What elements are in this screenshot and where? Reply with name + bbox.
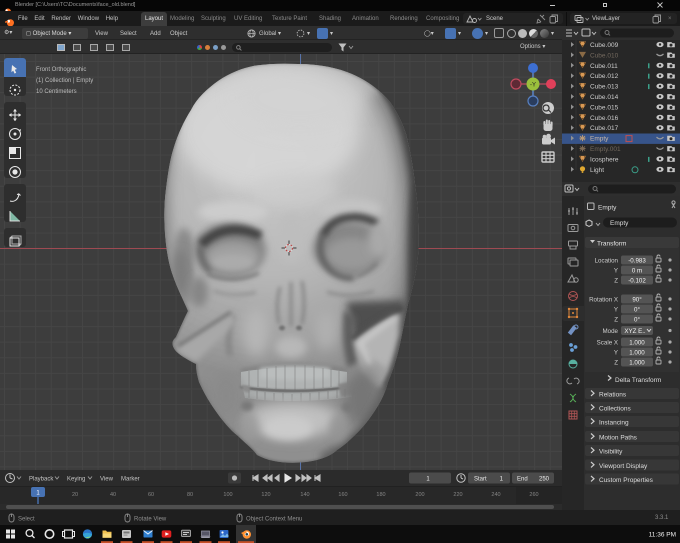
svg-text:Cube.012: Cube.012 bbox=[590, 73, 619, 80]
svg-text:Transform: Transform bbox=[597, 241, 626, 248]
svg-text:Icosphere: Icosphere bbox=[590, 156, 619, 163]
svg-text:Location: Location bbox=[595, 258, 619, 265]
svg-text:240: 240 bbox=[491, 492, 500, 498]
svg-text:Scale X: Scale X bbox=[597, 340, 618, 347]
svg-text:-0.983: -0.983 bbox=[628, 258, 646, 265]
svg-text:-Y: -Y bbox=[530, 83, 536, 89]
svg-text:Cube.010: Cube.010 bbox=[590, 52, 619, 59]
svg-text:Light: Light bbox=[590, 167, 604, 174]
svg-text:Z: Z bbox=[614, 317, 618, 324]
svg-text:Select: Select bbox=[18, 517, 35, 523]
svg-text:Cube.014: Cube.014 bbox=[590, 94, 619, 101]
svg-text:Relations: Relations bbox=[599, 392, 627, 399]
svg-text:Marker: Marker bbox=[121, 477, 140, 483]
svg-text:140: 140 bbox=[300, 492, 309, 498]
svg-text:1.000: 1.000 bbox=[629, 340, 645, 347]
svg-text:Empty: Empty bbox=[590, 136, 609, 143]
svg-text:Motion Paths: Motion Paths bbox=[599, 435, 638, 442]
svg-text:Playback: Playback bbox=[29, 477, 54, 483]
svg-text:40: 40 bbox=[110, 492, 116, 498]
svg-text:End: End bbox=[517, 477, 528, 483]
svg-text:XYZ E..: XYZ E.. bbox=[624, 328, 646, 335]
svg-text:Empty.001: Empty.001 bbox=[590, 146, 621, 153]
svg-text:180: 180 bbox=[376, 492, 385, 498]
svg-text:1.000: 1.000 bbox=[629, 350, 645, 357]
svg-text:120: 120 bbox=[261, 492, 270, 498]
svg-text:1.000: 1.000 bbox=[629, 360, 645, 367]
svg-text:Custom Properties: Custom Properties bbox=[599, 477, 654, 484]
svg-text:0°: 0° bbox=[634, 307, 640, 314]
svg-text:250: 250 bbox=[539, 477, 550, 483]
svg-text:Rotate View: Rotate View bbox=[134, 517, 167, 523]
svg-text:Cube.017: Cube.017 bbox=[590, 125, 619, 132]
svg-text:60: 60 bbox=[148, 492, 154, 498]
svg-text:0 m: 0 m bbox=[632, 268, 642, 275]
svg-text:Y: Y bbox=[614, 350, 618, 357]
svg-text:80: 80 bbox=[187, 492, 193, 498]
svg-text:Keying: Keying bbox=[67, 477, 85, 483]
svg-text:Instancing: Instancing bbox=[599, 420, 629, 427]
svg-text:100: 100 bbox=[223, 492, 232, 498]
svg-text:0°: 0° bbox=[634, 317, 640, 324]
svg-text:View: View bbox=[100, 477, 114, 483]
svg-text:Delta Transform: Delta Transform bbox=[615, 377, 661, 384]
svg-text:Cube.016: Cube.016 bbox=[590, 115, 619, 122]
svg-text:220: 220 bbox=[453, 492, 462, 498]
svg-text:Mode: Mode bbox=[603, 328, 619, 335]
svg-text:Cube.015: Cube.015 bbox=[590, 104, 619, 111]
svg-text:200: 200 bbox=[415, 492, 424, 498]
svg-text:Empty: Empty bbox=[610, 220, 629, 227]
svg-text:Z: Z bbox=[614, 360, 618, 367]
svg-text:20: 20 bbox=[72, 492, 78, 498]
svg-text:Y: Y bbox=[614, 307, 618, 314]
svg-text:11:36 PM: 11:36 PM bbox=[649, 532, 676, 539]
svg-text:Cube.009: Cube.009 bbox=[590, 42, 619, 49]
svg-text:Empty: Empty bbox=[598, 205, 617, 212]
svg-text:Z: Z bbox=[614, 278, 618, 285]
svg-text:260: 260 bbox=[529, 492, 538, 498]
svg-text:Y: Y bbox=[614, 268, 618, 275]
svg-text:Collections: Collections bbox=[599, 406, 632, 413]
svg-text:Start: Start bbox=[474, 477, 487, 483]
svg-text:Rotation X: Rotation X bbox=[589, 297, 618, 304]
svg-text:90°: 90° bbox=[632, 297, 642, 304]
svg-text:160: 160 bbox=[338, 492, 347, 498]
svg-text:Cube.013: Cube.013 bbox=[590, 84, 619, 91]
svg-text:Object Context Menu: Object Context Menu bbox=[246, 517, 302, 523]
svg-text:Viewport Display: Viewport Display bbox=[599, 463, 648, 470]
svg-text:-0.102: -0.102 bbox=[628, 278, 646, 285]
svg-text:Cube.011: Cube.011 bbox=[590, 63, 618, 70]
svg-text:Visibility: Visibility bbox=[599, 449, 623, 456]
